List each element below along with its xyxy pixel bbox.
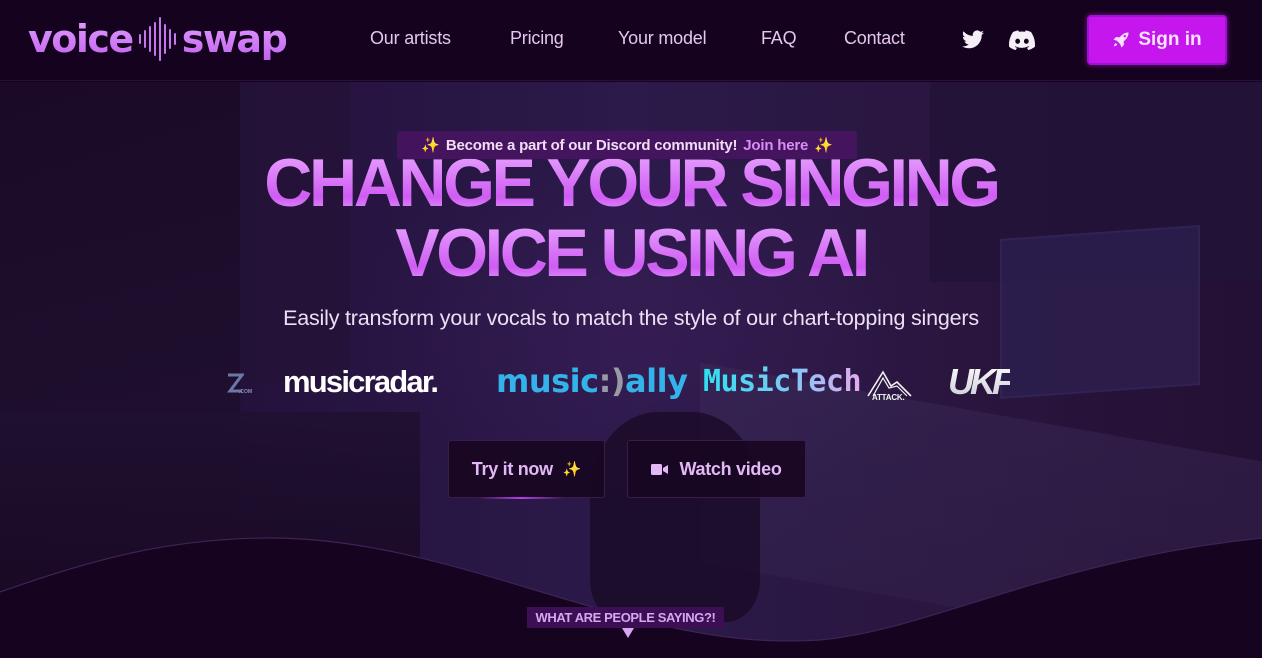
nav-faq[interactable]: FAQ xyxy=(761,28,797,49)
rocket-icon xyxy=(1113,32,1129,48)
testimonials-teaser-label: WHAT ARE PEOPLE SAYING?! xyxy=(535,610,716,625)
sparkles-icon: ✨ xyxy=(562,461,582,478)
wave-fill xyxy=(0,538,1262,658)
musictech-text: MusicTech xyxy=(703,364,862,399)
z-logo-text: .COM xyxy=(239,389,253,395)
sparkles-icon: ✨ xyxy=(814,137,833,154)
join-here-link[interactable]: Join here xyxy=(743,137,808,154)
music-ally-smile: :) xyxy=(598,362,626,400)
twitter-icon[interactable] xyxy=(960,28,986,52)
music-ally-text-right: ally xyxy=(625,362,688,400)
headline-line-2: VOICE USING AI xyxy=(13,218,1250,288)
nav-contact[interactable]: Contact xyxy=(844,28,905,49)
watch-video-label: Watch video xyxy=(679,458,782,479)
testimonials-teaser[interactable]: WHAT ARE PEOPLE SAYING?! xyxy=(527,607,724,628)
hero-subtitle: Easily transform your vocals to match th… xyxy=(283,306,979,330)
discord-announcement[interactable]: ✨ Become a part of our Discord community… xyxy=(397,131,857,159)
nav-your-model[interactable]: Your model xyxy=(618,28,707,49)
triangle-down-icon[interactable] xyxy=(622,628,634,638)
sign-in-label: Sign in xyxy=(1138,29,1202,50)
try-it-now-label: Try it now xyxy=(471,458,553,479)
logo-text-voice: voice xyxy=(28,17,133,61)
attack-text: ATTACK. xyxy=(872,393,905,402)
musicradar-text: musicradar. xyxy=(283,364,439,399)
logo-text-swap: swap xyxy=(181,17,287,61)
nav-our-artists[interactable]: Our artists xyxy=(370,28,451,49)
announcement-text: Become a part of our Discord community! xyxy=(445,136,738,154)
ukf-text: UKF xyxy=(948,361,1010,402)
site-header: voice swap Our artists Pricing Your mode… xyxy=(0,0,1262,81)
press-logo-musicradar: musicradar. xyxy=(283,364,439,400)
music-ally-text-left: music xyxy=(496,362,599,400)
video-camera-icon xyxy=(651,463,669,475)
soundwave-icon xyxy=(138,17,176,61)
press-logos: .COM musicradar. music:)ally MusicTech A… xyxy=(0,362,1262,406)
nav-pricing[interactable]: Pricing xyxy=(510,28,564,49)
press-logo-musictech: MusicTech xyxy=(703,364,861,399)
discord-icon[interactable] xyxy=(1009,29,1035,53)
sparkles-icon: ✨ xyxy=(421,137,440,154)
voiceswap-logo[interactable]: voice swap xyxy=(28,14,286,64)
press-logo-ukf: UKF xyxy=(948,361,1010,403)
sign-in-button[interactable]: Sign in xyxy=(1087,15,1227,65)
hero-headline: CHANGE YOUR SINGING VOICE USING AI xyxy=(0,140,1262,288)
press-logo-music-ally: music:)ally xyxy=(496,362,688,400)
press-logo-attack: ATTACK. xyxy=(865,366,915,404)
press-logo-z-com: .COM xyxy=(226,372,256,400)
